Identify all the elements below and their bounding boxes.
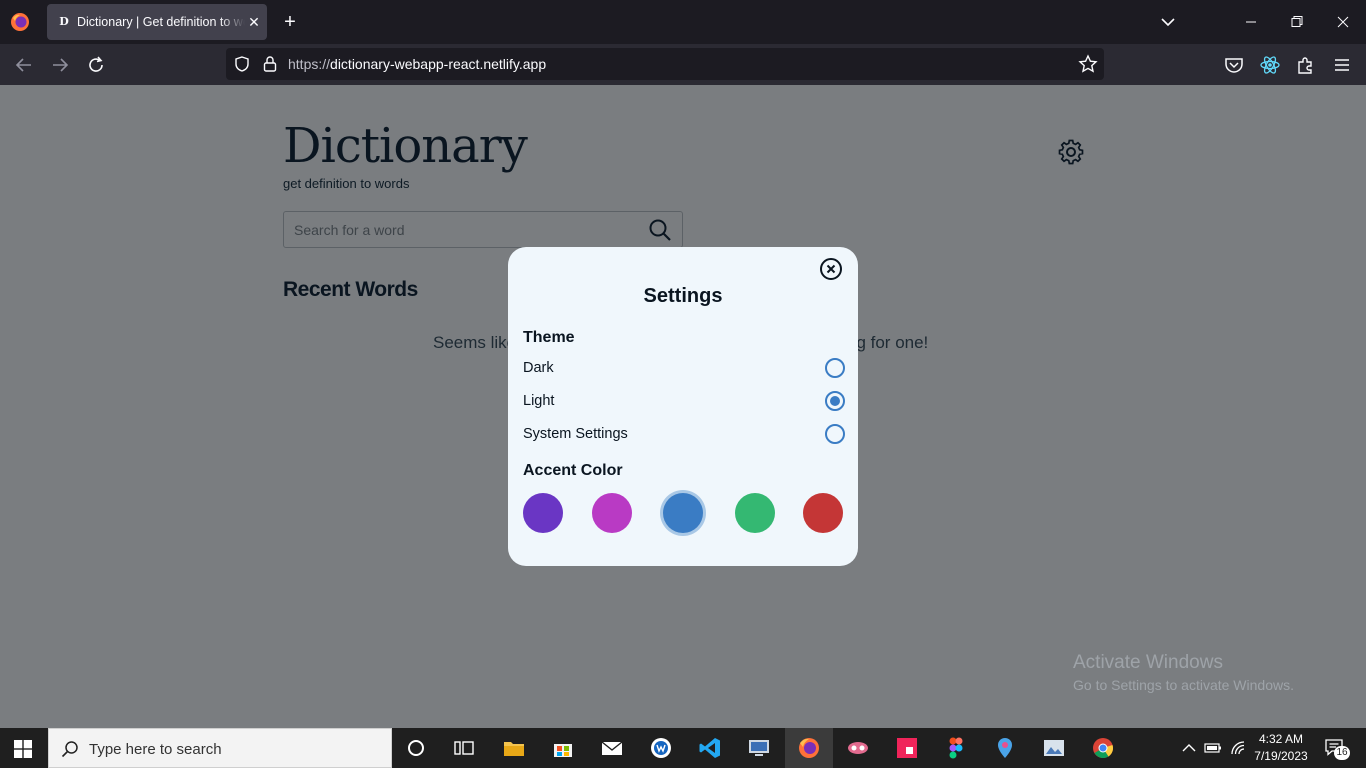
- theme-option-system-settings[interactable]: System Settings: [523, 423, 845, 445]
- firefox-icon[interactable]: [10, 12, 30, 32]
- minimize-icon[interactable]: [1240, 11, 1262, 33]
- url-host: dictionary-webapp-react.netlify.app: [330, 56, 547, 72]
- empty-message-right: ng for one!: [847, 333, 929, 352]
- microsoft-store-icon[interactable]: [551, 736, 575, 760]
- tracking-shield-icon[interactable]: [234, 56, 250, 72]
- settings-modal: Settings Theme Dark Light System Settings …: [508, 247, 858, 566]
- settings-gear-icon[interactable]: [1057, 138, 1085, 166]
- accent-color-swatch[interactable]: [803, 493, 843, 533]
- wifi-icon[interactable]: [1229, 739, 1247, 757]
- maps-pin-icon[interactable]: [993, 736, 1017, 760]
- forward-arrow-icon[interactable]: [48, 53, 72, 77]
- settings-title: Settings: [643, 285, 723, 307]
- taskbar-search-placeholder: Type here to search: [89, 741, 222, 758]
- browser-tab-bar: D Dictionary | Get definition to words ✕…: [0, 0, 1366, 44]
- browser-tab[interactable]: D Dictionary | Get definition to words ✕: [47, 4, 267, 40]
- accent-color-swatch[interactable]: [592, 493, 632, 533]
- firefox-taskbar-icon[interactable]: [797, 736, 821, 760]
- search-icon[interactable]: [648, 218, 672, 242]
- new-tab-button[interactable]: +: [279, 11, 301, 33]
- close-modal-icon[interactable]: [819, 257, 843, 281]
- battery-icon[interactable]: [1204, 740, 1222, 756]
- app-circle-icon[interactable]: [649, 736, 673, 760]
- recent-words-heading: Recent Words: [283, 278, 418, 301]
- cortana-icon[interactable]: [404, 736, 428, 760]
- app-subtitle: get definition to words: [283, 176, 410, 191]
- empty-message-left: Seems like: [433, 333, 517, 352]
- site-favicon-icon: D: [59, 15, 69, 28]
- react-devtools-icon[interactable]: [1258, 53, 1282, 77]
- tab-close-icon[interactable]: ✕: [246, 13, 262, 31]
- taskbar-search-icon: [61, 741, 78, 758]
- close-window-icon[interactable]: [1332, 11, 1354, 33]
- search-input[interactable]: [294, 220, 634, 240]
- theme-option-light[interactable]: Light: [523, 390, 845, 412]
- tab-list-chevron-down-icon[interactable]: [1157, 11, 1179, 33]
- theme-label: Theme: [523, 329, 575, 346]
- tab-title: Dictionary | Get definition to words: [77, 15, 245, 29]
- word-search-box[interactable]: [283, 211, 683, 248]
- theme-radio-button[interactable]: [825, 358, 845, 378]
- chrome-icon[interactable]: [1091, 736, 1115, 760]
- app-title: Dictionary: [283, 118, 528, 174]
- windows-start-icon[interactable]: [14, 740, 32, 758]
- back-arrow-icon[interactable]: [12, 53, 36, 77]
- taskbar-search-box[interactable]: Type here to search: [48, 728, 392, 768]
- file-explorer-icon[interactable]: [502, 736, 526, 760]
- snipping-tool-icon[interactable]: [846, 736, 870, 760]
- theme-option-label: Light: [523, 393, 555, 409]
- bookmark-star-icon[interactable]: [1078, 54, 1098, 74]
- theme-option-dark[interactable]: Dark: [523, 357, 845, 379]
- accent-color-label: Accent Color: [523, 462, 623, 479]
- clock-time[interactable]: 4:32 AM: [1252, 732, 1310, 746]
- hamburger-menu-icon[interactable]: [1330, 53, 1354, 77]
- tray-chevron-up-icon[interactable]: [1181, 740, 1197, 756]
- theme-option-label: System Settings: [523, 426, 628, 442]
- theme-option-label: Dark: [523, 360, 554, 376]
- url-scheme: https://: [288, 56, 331, 72]
- vscode-icon[interactable]: [698, 736, 722, 760]
- theme-radio-button[interactable]: [825, 424, 845, 444]
- red-app-icon[interactable]: [895, 736, 919, 760]
- activate-windows-subtitle: Go to Settings to activate Windows.: [1073, 677, 1294, 693]
- notification-count-badge: 16: [1334, 746, 1350, 760]
- accent-color-swatch[interactable]: [523, 493, 563, 533]
- clock-date[interactable]: 7/19/2023: [1252, 749, 1310, 763]
- browser-navigation-bar: https://dictionary-webapp-react.netlify.…: [0, 44, 1366, 85]
- reload-icon[interactable]: [84, 53, 108, 77]
- task-view-icon[interactable]: [452, 736, 476, 760]
- lock-icon[interactable]: [262, 55, 278, 73]
- notification-center-icon[interactable]: 16: [1324, 738, 1350, 760]
- url-text[interactable]: https://dictionary-webapp-react.netlify.…: [288, 56, 546, 72]
- address-bar[interactable]: https://dictionary-webapp-react.netlify.…: [226, 48, 1104, 80]
- accent-color-swatch[interactable]: [735, 493, 775, 533]
- remote-desktop-icon[interactable]: [747, 736, 771, 760]
- activate-windows-title: Activate Windows: [1073, 652, 1223, 673]
- windows-taskbar: Type here to search 4:32 AM 7/19/2023 16: [0, 728, 1366, 768]
- photos-icon[interactable]: [1042, 736, 1066, 760]
- accent-color-swatch[interactable]: [663, 493, 703, 533]
- figma-icon[interactable]: [944, 736, 968, 760]
- mail-icon[interactable]: [600, 736, 624, 760]
- theme-radio-button[interactable]: [825, 391, 845, 411]
- extensions-puzzle-icon[interactable]: [1294, 53, 1318, 77]
- pocket-icon[interactable]: [1222, 53, 1246, 77]
- restore-icon[interactable]: [1286, 11, 1308, 33]
